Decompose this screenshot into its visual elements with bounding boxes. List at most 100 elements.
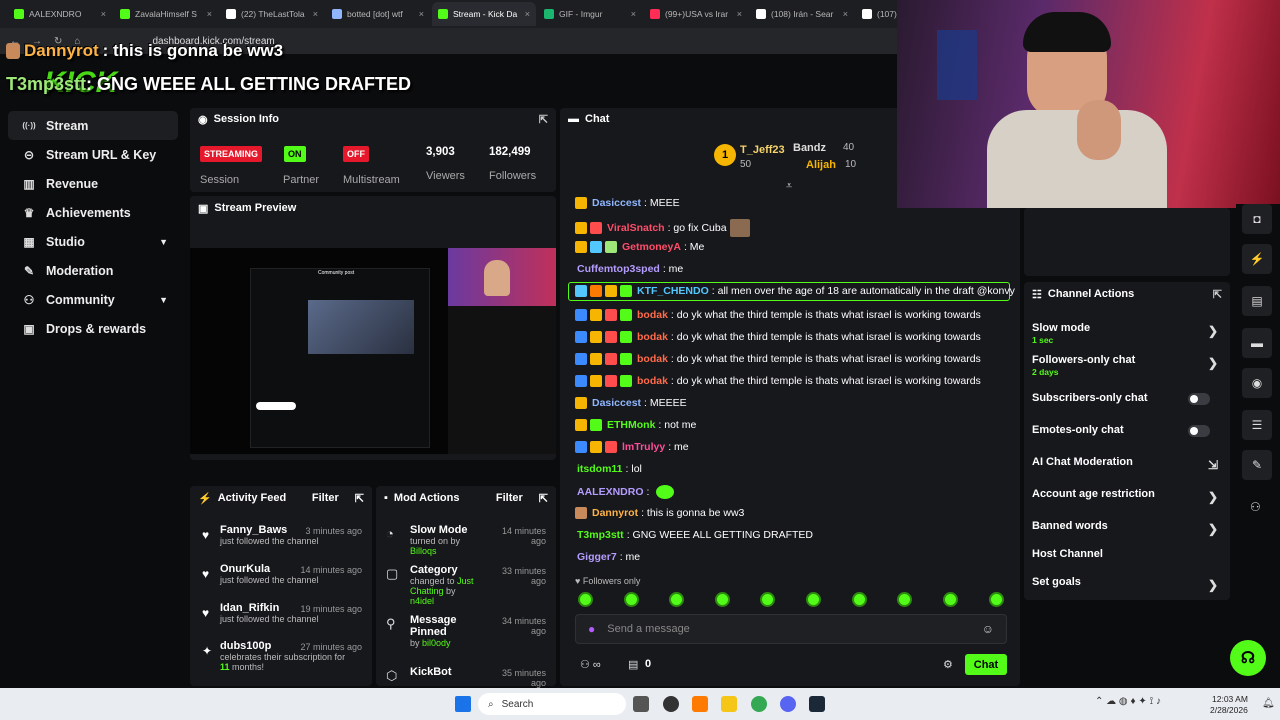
emote-icon[interactable] bbox=[852, 592, 867, 607]
taskbar-search[interactable]: ⌕ Search bbox=[478, 693, 626, 715]
browser-tab[interactable]: (99+)USA vs Irar × bbox=[644, 2, 748, 26]
discord-icon[interactable] bbox=[780, 696, 796, 712]
top-gifter-1[interactable]: T_Jeff23 bbox=[740, 144, 785, 156]
clock-time[interactable]: 12:03 AM bbox=[1212, 694, 1248, 704]
close-icon[interactable]: × bbox=[101, 9, 106, 19]
camera-icon[interactable]: ◘ bbox=[1242, 204, 1272, 234]
mod-action-actor[interactable]: bil0ody bbox=[422, 638, 451, 648]
activity-filter-button[interactable]: Filter bbox=[312, 492, 339, 504]
community-tool-icon[interactable]: ⚇ bbox=[1250, 500, 1261, 514]
close-icon[interactable]: × bbox=[843, 9, 848, 19]
emote-icon[interactable] bbox=[578, 592, 593, 607]
ai-moderation-row[interactable]: AI Chat Moderation ⇲ bbox=[1032, 456, 1222, 472]
chat-username[interactable]: Dannyrot bbox=[592, 507, 638, 519]
chat-username[interactable]: Dasiccest bbox=[592, 397, 641, 409]
chrome-icon[interactable] bbox=[751, 696, 767, 712]
taskview-icon[interactable] bbox=[633, 696, 649, 712]
stream-preview-video[interactable]: Community post bbox=[190, 248, 556, 454]
clock-date[interactable]: 2/28/2026 bbox=[1210, 705, 1248, 715]
notification-bell-icon[interactable]: 🔔︎ bbox=[1262, 698, 1275, 709]
infinity-icon[interactable]: ⚇ ∞ bbox=[580, 658, 601, 671]
sidebar-item-moderation[interactable]: ✎ Moderation bbox=[8, 256, 178, 285]
app-icon[interactable] bbox=[692, 696, 708, 712]
folder-icon[interactable] bbox=[721, 696, 737, 712]
emote-icon[interactable] bbox=[897, 592, 912, 607]
browser-tab[interactable]: AALEXNDRO × bbox=[8, 2, 112, 26]
chat-username[interactable]: bodak bbox=[637, 331, 668, 343]
chat-input[interactable]: ● Send a message ☺ bbox=[575, 614, 1007, 644]
mic-icon[interactable]: ● bbox=[588, 622, 595, 636]
tray-icons[interactable]: ⌃ ☁ ◍ ♦ ✦ ⟟ ♪ bbox=[1095, 696, 1161, 707]
close-icon[interactable]: × bbox=[419, 9, 424, 19]
emote-icon[interactable] bbox=[806, 592, 821, 607]
chat-username[interactable]: itsdom11 bbox=[577, 463, 623, 475]
top-gifter-3[interactable]: Alijah bbox=[806, 159, 836, 171]
close-icon[interactable]: × bbox=[737, 9, 742, 19]
chat-username[interactable]: bodak bbox=[637, 309, 668, 321]
sidebar-item-revenue[interactable]: ▥ Revenue bbox=[8, 169, 178, 198]
sidebar-item-studio[interactable]: ▦ Studio ▼ bbox=[8, 227, 178, 256]
emoji-icon[interactable]: ☺ bbox=[982, 622, 994, 636]
account-age-row[interactable]: Account age restriction ❯ bbox=[1032, 488, 1222, 504]
close-icon[interactable]: × bbox=[525, 9, 530, 19]
sidebar-item-stream[interactable]: ((·)) Stream bbox=[8, 111, 178, 140]
browser-tab[interactable]: (108) Irán - Sear × bbox=[750, 2, 854, 26]
chat-username[interactable]: lmTrulyy bbox=[622, 441, 665, 453]
chat-username[interactable]: bodak bbox=[637, 353, 668, 365]
chat-username[interactable]: GetmoneyA bbox=[622, 241, 681, 253]
chat-placeholder[interactable]: Send a message bbox=[607, 623, 969, 635]
document-icon[interactable]: ▤ bbox=[1242, 286, 1272, 316]
close-icon[interactable]: × bbox=[313, 9, 318, 19]
browser-tab[interactable]: botted [dot] wtf × bbox=[326, 2, 430, 26]
store-icon[interactable]: ▤ bbox=[628, 658, 638, 671]
chat-username[interactable]: ViralSnatch bbox=[607, 222, 665, 234]
sidebar-item-achievements[interactable]: ♛ Achievements bbox=[8, 198, 178, 227]
broadcast-icon[interactable]: ◉ bbox=[1242, 368, 1272, 398]
subscribers-only-toggle[interactable] bbox=[1188, 393, 1210, 405]
sidebar-item-stream-url-key[interactable]: ⊝ Stream URL & Key bbox=[8, 140, 178, 169]
emote-icon[interactable] bbox=[760, 592, 775, 607]
close-icon[interactable]: × bbox=[207, 9, 212, 19]
followers-only-row[interactable]: Followers-only chat 2 days ❯ bbox=[1032, 354, 1222, 377]
browser-tab[interactable]: Stream - Kick Da × bbox=[432, 2, 536, 26]
mod-action-actor[interactable]: n4idel bbox=[410, 596, 488, 606]
mod-action-actor[interactable]: Billoqs bbox=[410, 546, 437, 556]
expand-icon[interactable]: ⇱ bbox=[539, 113, 548, 126]
expand-icon[interactable]: ⇱ bbox=[539, 492, 548, 505]
chat-username[interactable]: ETHMonk bbox=[607, 419, 655, 431]
browser-tab[interactable]: ZavalaHimself S × bbox=[114, 2, 218, 26]
steam-icon[interactable] bbox=[809, 696, 825, 712]
chat-settings-icon[interactable]: ⚙ bbox=[943, 658, 953, 671]
wrench-tool-icon[interactable]: ✎ bbox=[1242, 450, 1272, 480]
chat-username[interactable]: KTF_CHENDO bbox=[637, 285, 709, 297]
collapse-chevron-icon[interactable]: ⩡ bbox=[786, 180, 792, 193]
expand-icon[interactable]: ⇱ bbox=[355, 492, 364, 505]
chat-username[interactable]: AALEXNDRO bbox=[577, 486, 644, 498]
emote-icon[interactable] bbox=[943, 592, 958, 607]
browser-tab[interactable]: GIF - Imgur × bbox=[538, 2, 642, 26]
bolt-tool-icon[interactable]: ⚡ bbox=[1242, 244, 1272, 274]
emote-icon[interactable] bbox=[624, 592, 639, 607]
chat-username[interactable]: T3mp3stt bbox=[577, 529, 624, 541]
sidebar-item-drops-rewards[interactable]: ▣ Drops & rewards bbox=[8, 314, 178, 343]
help-headset-icon[interactable]: ☊ bbox=[1230, 640, 1266, 676]
expand-icon[interactable]: ⇱ bbox=[1213, 288, 1222, 301]
chat-username[interactable]: Cuffemtop3sped bbox=[577, 263, 660, 275]
set-goals-row[interactable]: Set goals ❯ bbox=[1032, 576, 1222, 592]
banned-words-row[interactable]: Banned words ❯ bbox=[1032, 520, 1222, 536]
chat-bubble-icon[interactable]: ▬ bbox=[1242, 328, 1272, 358]
chat-send-button[interactable]: Chat bbox=[965, 654, 1007, 675]
emote-icon[interactable] bbox=[989, 592, 1004, 607]
layers-icon[interactable]: ☰ bbox=[1242, 410, 1272, 440]
sidebar-item-community[interactable]: ⚇ Community ▼ bbox=[8, 285, 178, 314]
mod-filter-button[interactable]: Filter bbox=[496, 492, 523, 504]
chat-username[interactable]: Dasiccest bbox=[592, 197, 641, 209]
chat-username[interactable]: bodak bbox=[637, 375, 668, 387]
slow-mode-row[interactable]: Slow mode 1 sec ❯ bbox=[1032, 322, 1222, 345]
emote-icon[interactable] bbox=[715, 592, 730, 607]
top-gifter-2[interactable]: Bandz bbox=[793, 142, 826, 154]
emotes-only-toggle[interactable] bbox=[1188, 425, 1210, 437]
windows-start-icon[interactable] bbox=[455, 696, 471, 712]
obs-icon[interactable] bbox=[663, 696, 679, 712]
host-channel-row[interactable]: Host Channel bbox=[1032, 548, 1222, 560]
